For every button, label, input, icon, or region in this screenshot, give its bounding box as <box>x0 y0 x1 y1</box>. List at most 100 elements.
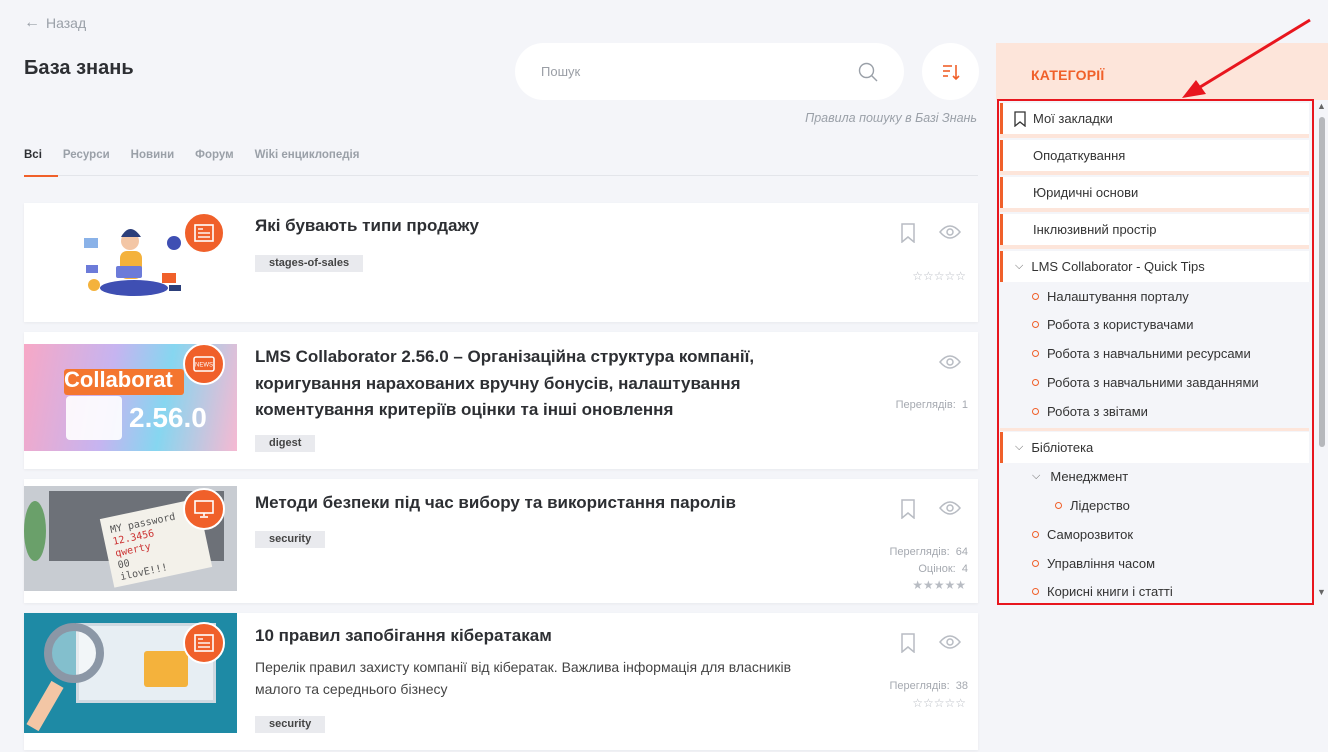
sort-icon <box>942 64 960 80</box>
sidebar-subitem-label: Саморозвиток <box>1047 527 1134 542</box>
tab-forum[interactable]: Форум <box>195 148 233 176</box>
sidebar-subitem[interactable]: Саморозвиток <box>1032 527 1133 542</box>
sidebar-subitem[interactable]: Управління часом <box>1032 556 1155 571</box>
version-text: 2.56.0 <box>129 402 207 433</box>
sidebar-item-label: Оподаткування <box>1033 148 1126 163</box>
circle-bullet-icon <box>1055 502 1062 509</box>
views-value: 64 <box>955 546 968 558</box>
sidebar-subitem[interactable]: Налаштування порталу <box>1032 289 1189 304</box>
sidebar-item-label: Бібліотека <box>1031 440 1094 455</box>
sidebar-subitem[interactable]: Робота з користувачами <box>1032 317 1194 332</box>
sidebar-subitem[interactable]: Робота з навчальними завданнями <box>1032 375 1259 390</box>
bookmark-icon[interactable] <box>900 223 916 243</box>
sidebar-subitem[interactable]: Лідерство <box>1055 498 1130 513</box>
tab-news[interactable]: Новини <box>131 148 174 176</box>
sidebar-scrollbar[interactable]: ▲ ▼ <box>1316 101 1328 600</box>
scroll-up-icon[interactable]: ▲ <box>1317 101 1326 111</box>
chevron-down-icon: ⌵ <box>1015 260 1024 272</box>
sidebar-subitem[interactable]: Робота з звітами <box>1032 404 1148 419</box>
search-box <box>515 43 904 100</box>
divider <box>1000 428 1309 431</box>
sidebar-item-lms-group[interactable]: ⌵ LMS Collaborator - Quick Tips <box>1000 251 1309 282</box>
tab-wiki[interactable]: Wiki енциклопедія <box>255 148 360 176</box>
circle-bullet-icon <box>1032 350 1039 357</box>
views-value: 1 <box>961 399 968 411</box>
circle-bullet-icon <box>1032 293 1039 300</box>
eye-icon[interactable] <box>939 501 961 515</box>
monitor-icon <box>183 488 225 530</box>
sidebar-subitem-label: Налаштування порталу <box>1047 289 1189 304</box>
article-title[interactable]: Які бувають типи продажу <box>255 213 815 240</box>
sidebar-subitem[interactable]: Корисні книги і статті <box>1032 584 1173 599</box>
lock-shape <box>144 651 188 687</box>
chevron-down-icon: ⌵ <box>1032 470 1041 482</box>
ratings-count: Оцінок: 4 <box>918 563 968 575</box>
note-text: MY password 12.3456 qwerty 00 ilovE!!! <box>109 512 186 584</box>
rating-stars[interactable]: ☆☆☆☆☆ <box>912 269 966 283</box>
tag-badge[interactable]: stages-of-sales <box>255 255 364 272</box>
circle-bullet-icon <box>1032 379 1039 386</box>
back-link[interactable]: ← Назад <box>24 14 86 32</box>
sidebar-item-label: Мої закладки <box>1033 111 1113 126</box>
article-icon <box>183 622 225 664</box>
tab-all[interactable]: Всі <box>24 148 58 177</box>
circle-bullet-icon <box>1032 588 1039 595</box>
tag-badge[interactable]: security <box>255 716 326 733</box>
star-icon: ☆☆☆☆☆ <box>912 269 966 283</box>
sidebar-item-bookmarks[interactable]: Мої закладки <box>1000 103 1309 134</box>
arrow-left-icon: ← <box>24 14 40 31</box>
views-label: Переглядів: <box>889 546 950 558</box>
circle-bullet-icon <box>1032 408 1039 415</box>
sidebar-item-legal[interactable]: Юридичні основи <box>1000 177 1309 208</box>
scroll-down-icon[interactable]: ▼ <box>1317 587 1326 597</box>
hand-shape <box>26 680 64 732</box>
sidebar-item-label: LMS Collaborator - Quick Tips <box>1031 259 1205 274</box>
sidebar-subgroup-management[interactable]: ⌵ Менеджмент <box>1032 469 1128 484</box>
article-card[interactable]: Які бувають типи продажу stages-of-sales… <box>24 203 978 322</box>
tag-badge[interactable]: security <box>255 531 326 548</box>
sidebar-subitem[interactable]: Робота з навчальними ресурсами <box>1032 346 1251 361</box>
article-title[interactable]: Методи безпеки під час вибору та викорис… <box>255 490 815 517</box>
sidebar-subitem-label: Менеджмент <box>1050 469 1129 484</box>
views-label: Переглядів: <box>895 399 956 411</box>
article-title[interactable]: 10 правил запобігання кібератакам <box>255 623 815 650</box>
sidebar-subitem-label: Робота з звітами <box>1047 404 1148 419</box>
rating-stars[interactable]: ★★★★★ <box>912 578 966 592</box>
tag-badge[interactable]: digest <box>255 435 316 452</box>
views-count: Переглядів: 38 <box>889 680 968 692</box>
sidebar-item-inclusive[interactable]: Інклюзивний простір <box>1000 214 1309 245</box>
bookmark-icon[interactable] <box>900 633 916 653</box>
star-icon: ★★★★★ <box>912 578 966 592</box>
views-count: Переглядів: 64 <box>889 546 968 558</box>
rating-stars[interactable]: ☆☆☆☆☆ <box>912 696 966 710</box>
ratings-value: 4 <box>961 563 968 575</box>
article-card[interactable]: Collaborat 2.56.0 NEWS LMS Collaborator … <box>24 332 978 469</box>
bookmark-icon[interactable] <box>900 499 916 519</box>
search-icon[interactable] <box>858 62 878 82</box>
ui-preview <box>66 396 122 440</box>
chevron-down-icon: ⌵ <box>1015 441 1024 453</box>
sidebar-item-label: Юридичні основи <box>1033 185 1139 200</box>
sidebar-item-library-group[interactable]: ⌵ Бібліотека <box>1000 432 1309 463</box>
eye-icon[interactable] <box>939 355 961 369</box>
views-value: 38 <box>955 680 968 692</box>
plant <box>24 501 46 561</box>
sidebar-item-label: Інклюзивний простір <box>1033 222 1157 237</box>
article-card[interactable]: 10 правил запобігання кібератакам Перелі… <box>24 613 978 750</box>
article-icon <box>183 212 225 254</box>
categories-list: Мої закладки Оподаткування Юридичні осно… <box>996 100 1328 608</box>
search-input[interactable] <box>541 64 858 79</box>
tab-resources[interactable]: Ресурси <box>63 148 110 176</box>
sidebar-subitem-label: Корисні книги і статті <box>1047 584 1173 599</box>
eye-icon[interactable] <box>939 225 961 239</box>
page-title: База знань <box>24 57 134 79</box>
eye-icon[interactable] <box>939 635 961 649</box>
scrollbar-thumb[interactable] <box>1319 117 1325 447</box>
search-rules-link[interactable]: Правила пошуку в Базі Знань <box>805 111 977 125</box>
sort-button[interactable] <box>922 43 979 100</box>
sidebar-subitem-label: Робота з навчальними завданнями <box>1047 375 1259 390</box>
article-title[interactable]: LMS Collaborator 2.56.0 – Організаційна … <box>255 344 855 424</box>
sidebar-item-taxation[interactable]: Оподаткування <box>1000 140 1309 171</box>
article-card[interactable]: MY password 12.3456 qwerty 00 ilovE!!! М… <box>24 479 978 603</box>
article-description: Перелік правил захисту компанії від кібе… <box>255 659 792 697</box>
